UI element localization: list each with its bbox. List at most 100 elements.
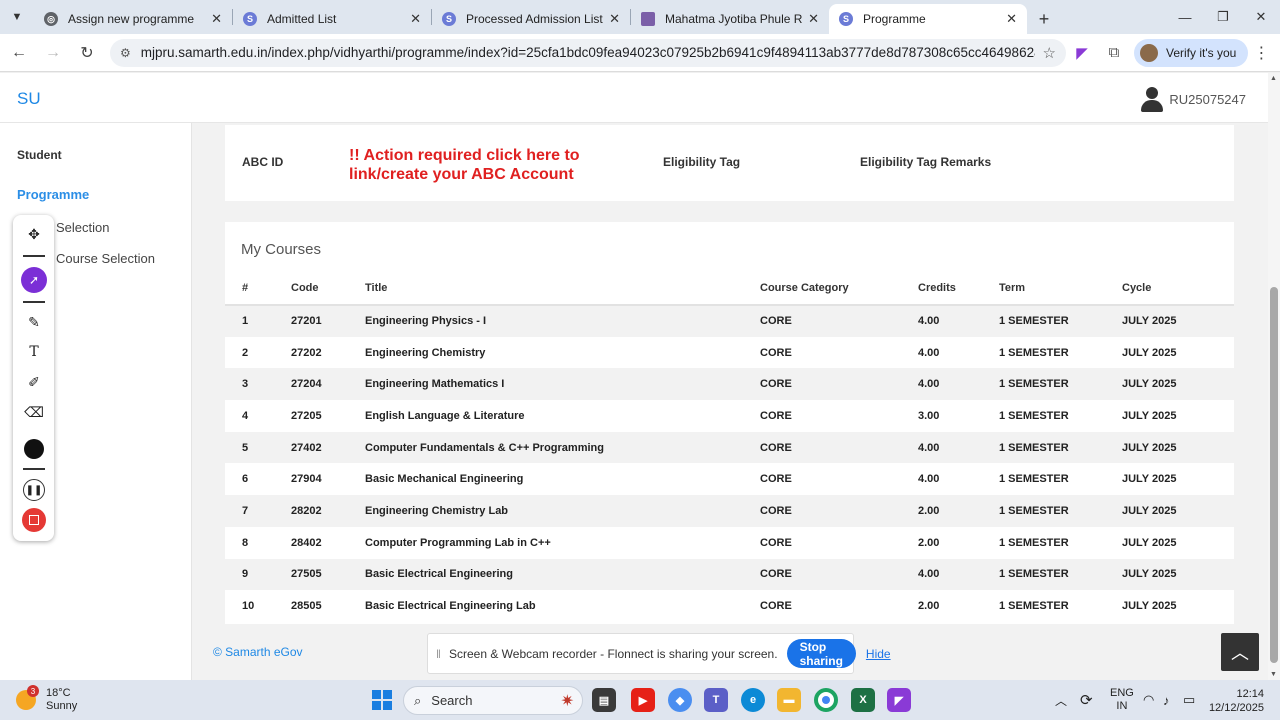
tab-3[interactable]: Mahatma Jyotiba Phule Rohilkh ✕ [631,4,829,34]
stop-record-icon[interactable] [21,507,47,533]
brand-logo[interactable]: SU [17,89,41,109]
temperature: 18°C [46,687,71,699]
pen-icon[interactable]: ✎ [21,309,47,335]
close-window-icon[interactable]: ✕ [1242,0,1280,34]
search-label: Search [431,693,473,708]
pause-icon[interactable]: ❚❚ [21,477,47,503]
university-logo-icon [641,12,655,26]
table-cell: JULY 2025 [1122,536,1177,549]
table-cell: 1 SEMESTER [999,536,1069,549]
abc-action-link[interactable]: !! Action required click here to link/cr… [349,146,589,184]
site-info-icon[interactable]: ⚙ [120,46,131,60]
table-cell: 27205 [291,409,322,422]
column-header: Course Category [760,272,918,306]
footer-copyright-link[interactable]: © Samarth eGov [213,645,303,659]
verify-profile-button[interactable]: Verify it's you [1134,38,1249,67]
table-cell: JULY 2025 [1122,504,1177,517]
file-explorer-dark-icon[interactable]: ▤ [592,688,616,712]
table-cell: 27505 [291,568,322,581]
wifi-icon[interactable]: ◠ [1143,680,1154,720]
flonnect-icon[interactable]: ◤ [887,688,911,712]
tab-2[interactable]: S Processed Admission List ✕ [432,4,630,34]
close-icon[interactable]: ✕ [211,11,222,27]
close-icon[interactable]: ✕ [609,11,620,27]
battery-icon[interactable]: ▭ [1183,680,1195,720]
close-icon[interactable]: ✕ [808,11,819,27]
text-tool-icon[interactable]: T [21,339,47,365]
reload-icon[interactable]: ↻ [72,38,102,68]
eraser-icon[interactable]: ⌫ [21,399,47,425]
youtube-icon[interactable]: ▶ [631,688,655,712]
tab-1[interactable]: S Admitted List ✕ [233,4,431,34]
scroll-up-icon[interactable]: ▲ [1270,75,1277,82]
toolbar-divider [23,255,45,257]
table-cell: JULY 2025 [1122,441,1177,454]
drag-handle-icon[interactable]: ‖ [436,647,441,661]
column-header: # [225,272,291,306]
highlighter-icon[interactable]: ✐ [21,369,47,395]
sidebar-item-programme[interactable]: Programme [17,187,89,202]
edge-icon[interactable]: e [741,688,765,712]
close-icon[interactable]: ✕ [410,11,421,27]
table-cell: 5 [242,441,249,454]
table-cell: JULY 2025 [1122,600,1177,613]
close-icon[interactable]: ✕ [1006,11,1017,27]
teams-icon[interactable]: T [704,688,728,712]
sidebar-item-selection[interactable]: Selection [56,220,109,235]
table-cell: CORE [760,441,792,454]
tab-0[interactable]: ◎ Assign new programme ✕ [34,4,232,34]
tab-strip: ▼ ◎ Assign new programme ✕ S Admitted Li… [0,0,1280,34]
scroll-down-icon[interactable]: ▼ [1270,671,1277,678]
drawing-toolbar: ✥ ➚ ✎ T ✐ ⌫ ❚❚ [13,215,54,541]
chrome-icon[interactable] [814,688,838,712]
flonnect-extension-icon[interactable]: ◤ [1066,44,1098,62]
windows-start-icon[interactable] [372,690,392,710]
sync-icon[interactable]: ⟳ [1080,680,1093,720]
eligibility-tag-label: Eligibility Tag [663,155,741,169]
table-cell: JULY 2025 [1122,568,1177,581]
language-indicator[interactable]: ENG IN [1110,680,1134,720]
tray-chevron-icon[interactable]: ︿ [1055,680,1067,720]
color-picker-icon[interactable] [21,436,47,462]
copilot-icon[interactable]: ◆ [668,688,692,712]
back-arrow-icon[interactable]: ← [4,38,34,68]
volume-icon[interactable]: ♪ [1163,680,1170,720]
cursor-icon[interactable]: ➚ [21,267,47,293]
minimize-icon[interactable]: — [1166,0,1204,34]
menu-kebab-icon[interactable]: ⋮ [1248,43,1274,63]
weather-widget[interactable]: 3 18°C Sunny [16,685,77,713]
address-bar[interactable]: ⚙ mjpru.samarth.edu.in/index.php/vidhyar… [110,38,1066,67]
language-code: ENG [1110,687,1134,699]
table-cell: 28402 [291,536,322,549]
sidebar-item-course-selection[interactable]: Course Selection [56,251,155,266]
stop-sharing-button[interactable]: Stop sharing [786,639,856,668]
extensions-puzzle-icon[interactable]: ⧉ [1098,44,1130,61]
table-cell: CORE [760,536,792,549]
bookmark-star-icon[interactable]: ☆ [1043,44,1056,62]
taskbar-search[interactable]: ⌕ Search ✷ [403,686,583,715]
forward-arrow-icon[interactable]: → [38,38,68,68]
move-icon[interactable]: ✥ [21,221,47,247]
tab-4[interactable]: S Programme ✕ [829,4,1027,34]
table-cell: 1 [242,315,249,328]
taskbar-clock[interactable]: 12:14 12/12/2025 [1209,687,1264,715]
folder-icon[interactable]: ▬ [777,688,801,712]
tab-search-chevron-icon[interactable]: ▼ [0,0,34,34]
user-menu[interactable]: RU25075247 [1140,85,1246,113]
sidebar-item-student[interactable]: Student [17,148,62,162]
scrollbar-thumb[interactable] [1270,287,1278,663]
clock-time: 12:14 [1236,688,1264,700]
restore-icon[interactable]: ❐ [1204,0,1242,34]
scroll-to-top-button[interactable]: ︿ [1221,633,1259,671]
hide-link[interactable]: Hide [866,647,891,661]
table-cell: 1 SEMESTER [999,409,1069,422]
search-icon: ⌕ [414,692,422,708]
table-cell: Engineering Chemistry Lab [365,504,509,517]
globe-icon: ◎ [44,12,58,26]
new-tab-plus-icon[interactable]: + [1027,4,1061,34]
page-scrollbar[interactable]: ▲ ▼ [1268,73,1280,680]
column-header: Term [999,272,1122,306]
excel-icon[interactable]: X [851,688,875,712]
samarth-icon: S [243,12,257,26]
table-row: 8 28402 Computer Programming Lab in C++ COR… [225,526,1234,559]
